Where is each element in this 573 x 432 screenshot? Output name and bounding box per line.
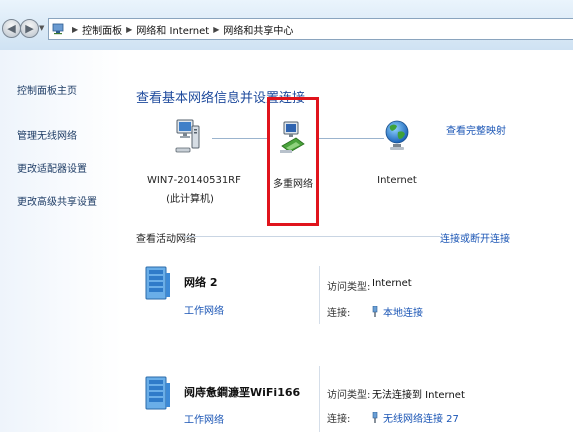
column-divider bbox=[319, 266, 320, 324]
connection-link[interactable]: 无线网络连接 27 bbox=[372, 410, 459, 425]
connection-label: 连接: bbox=[327, 414, 351, 425]
connect-disconnect-link[interactable]: 连接或断开连接 bbox=[440, 230, 510, 245]
address-bar[interactable]: ▶ 控制面板 ▶ 网络和 Internet ▶ 网络和共享中心 bbox=[48, 18, 573, 40]
network-name: 网络 2 bbox=[184, 276, 218, 289]
network-center-icon bbox=[52, 23, 64, 35]
active-networks-heading: 查看活动网络 bbox=[136, 234, 196, 245]
forward-button[interactable]: ▶ bbox=[20, 19, 39, 38]
breadcrumb-sharing-center[interactable]: 网络和共享中心 bbox=[223, 22, 293, 37]
task-pane: 控制面板主页 管理无线网络 更改适配器设置 更改高级共享设置 bbox=[0, 50, 122, 432]
window-titlebar: ◀ ▶ ▼ ▶ 控制面板 ▶ 网络和 Internet ▶ 网络和共享中心 bbox=[0, 0, 573, 50]
computer-name: WIN7-20140531RF bbox=[147, 175, 241, 186]
network-type-link[interactable]: 工作网络 bbox=[184, 302, 224, 317]
map-connector-line bbox=[212, 138, 270, 139]
access-type-label: 访问类型: bbox=[327, 390, 371, 401]
sidebar-item-advanced-sharing[interactable]: 更改高级共享设置 bbox=[17, 193, 97, 208]
access-type-value: 无法连接到 Internet bbox=[372, 390, 465, 401]
breadcrumb-network-internet[interactable]: 网络和 Internet bbox=[136, 22, 209, 37]
map-connector-line bbox=[318, 138, 384, 139]
sidebar-item-manage-wireless[interactable]: 管理无线网络 bbox=[17, 127, 77, 142]
network-server-icon[interactable] bbox=[144, 265, 172, 301]
access-type-label: 访问类型: bbox=[327, 282, 371, 293]
wireless-signal-icon bbox=[372, 412, 378, 423]
breadcrumb-separator[interactable]: ▶ bbox=[213, 25, 219, 34]
connection-link-label: 本地连接 bbox=[383, 308, 423, 319]
sidebar-item-adapter-settings[interactable]: 更改适配器设置 bbox=[17, 160, 87, 175]
main-content: 查看基本网络信息并设置连接 查看完整映射 WIN7-20140531RF (此计… bbox=[122, 50, 573, 432]
section-divider bbox=[184, 236, 440, 237]
column-divider bbox=[319, 366, 320, 432]
breadcrumb-separator[interactable]: ▶ bbox=[72, 25, 78, 34]
connection-label: 连接: bbox=[327, 308, 351, 319]
network-type-link[interactable]: 工作网络 bbox=[184, 411, 224, 426]
recent-pages-dropdown[interactable]: ▼ bbox=[39, 24, 44, 32]
highlight-box bbox=[267, 97, 319, 226]
computer-subtitle: (此计算机) bbox=[166, 194, 214, 205]
internet-globe-icon[interactable] bbox=[384, 117, 410, 157]
sidebar-item-control-panel-home[interactable]: 控制面板主页 bbox=[17, 82, 77, 97]
ethernet-plug-icon bbox=[372, 306, 378, 317]
view-full-map-link[interactable]: 查看完整映射 bbox=[446, 122, 506, 137]
computer-icon[interactable] bbox=[174, 118, 202, 158]
arrow-left-icon: ◀ bbox=[7, 22, 16, 35]
arrow-right-icon: ▶ bbox=[25, 22, 34, 35]
back-button[interactable]: ◀ bbox=[2, 19, 21, 38]
breadcrumb-separator[interactable]: ▶ bbox=[126, 25, 132, 34]
connection-link[interactable]: 本地连接 bbox=[372, 304, 423, 319]
breadcrumb-control-panel[interactable]: 控制面板 bbox=[82, 22, 122, 37]
connection-link-label: 无线网络连接 27 bbox=[383, 414, 459, 425]
network-name: 阋庤惫鐧濂垩WiFi166 bbox=[184, 386, 301, 399]
internet-label: Internet bbox=[377, 175, 417, 186]
network-server-icon[interactable] bbox=[144, 375, 172, 411]
access-type-value: Internet bbox=[372, 278, 412, 289]
